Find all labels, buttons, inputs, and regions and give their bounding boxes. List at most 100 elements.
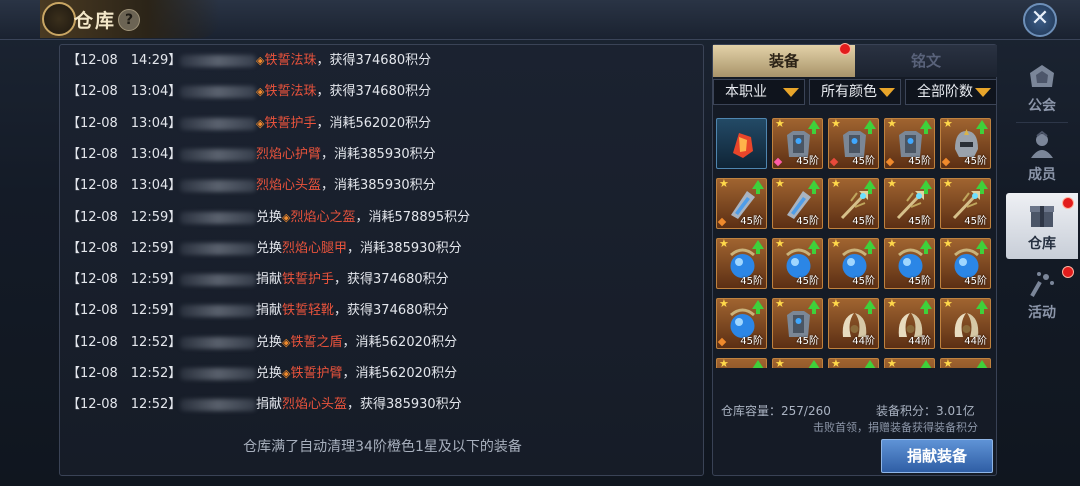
log-item-name[interactable]: 烈焰心护臂: [256, 147, 321, 162]
side-nav-item[interactable]: 仓库: [1006, 193, 1078, 259]
log-row: 【12-08 12:52】 捐献烈焰心头盔，获得385930积分: [60, 389, 700, 420]
equipment-slot[interactable]: ★ 45阶: [884, 118, 935, 169]
item-tier: 45阶: [908, 156, 931, 167]
page-title: 仓库: [74, 10, 117, 32]
log-time: 【12-08 13:04】: [67, 84, 182, 100]
tier-filter-label: 全部阶数: [917, 84, 973, 100]
item-tier: 44阶: [852, 336, 875, 347]
log-action: 兑换: [256, 240, 283, 256]
side-nav-divider: [1016, 122, 1068, 123]
class-filter-dropdown[interactable]: 本职业: [713, 79, 805, 105]
side-nav-label: 公会: [1028, 98, 1056, 114]
equipment-slot[interactable]: ★: [940, 358, 991, 368]
tab-equipment[interactable]: 装备: [713, 45, 855, 77]
log-item-name[interactable]: 铁誓法珠: [264, 84, 316, 99]
log-points: ，获得385930积分: [347, 397, 462, 413]
close-button[interactable]: ✕: [1023, 3, 1057, 37]
equipment-grid[interactable]: ★ 45阶 ★ 45阶 ★ 45阶 ★ 45阶 ★ 45阶 ★ 45阶 ★ 45阶 ★ 45阶 ★ 45阶 ★ 45阶…: [714, 116, 994, 368]
equipment-slot[interactable]: ★ 45阶: [884, 238, 935, 289]
upgrade-arrow-icon: [976, 180, 988, 194]
log-item-name[interactable]: 铁誓法珠: [264, 53, 316, 68]
tab-inscription[interactable]: 铭文: [855, 45, 997, 77]
side-nav-item[interactable]: 成员: [1006, 124, 1078, 190]
item-tier: 45阶: [740, 336, 763, 347]
upgrade-arrow-icon: [976, 360, 988, 368]
upgrade-arrow-icon: [920, 240, 932, 254]
warehouse-log-panel[interactable]: 【12-08 14:29】 ◈铁誓法珠，获得374680积分 【12-08 13:0…: [59, 44, 704, 476]
log-time: 【12-08 12:52】: [67, 397, 182, 413]
log-time: 【12-08 13:04】: [67, 146, 182, 162]
equipment-slot[interactable]: ★ 45阶: [940, 238, 991, 289]
log-item-name[interactable]: 铁誓轻靴: [282, 303, 334, 318]
upgrade-arrow-icon: [808, 300, 820, 314]
log-text: 兑换◈铁誓之盾，消耗562020积分: [256, 327, 457, 358]
log-text: 捐献铁誓轻靴，获得374680积分: [256, 295, 449, 326]
equipment-slot[interactable]: ★: [884, 358, 935, 368]
item-tier: 45阶: [740, 216, 763, 227]
star-icon: ★: [775, 178, 785, 190]
equipment-slot[interactable]: ★: [772, 358, 823, 368]
equipment-slot[interactable]: ★ 45阶: [828, 178, 879, 229]
star-icon: ★: [887, 178, 897, 190]
equipment-slot[interactable]: ★ 45阶: [716, 238, 767, 289]
equipment-slot[interactable]: ★: [716, 358, 767, 368]
equipment-slot[interactable]: ★: [828, 358, 879, 368]
upgrade-arrow-icon: [864, 180, 876, 194]
log-item-name[interactable]: 铁誓护手: [264, 116, 316, 131]
log-item-name[interactable]: 烈焰心之盔: [290, 210, 355, 225]
side-nav-item[interactable]: 活动: [1006, 262, 1078, 328]
equipment-slot[interactable]: [716, 118, 767, 169]
log-time: 【12-08 12:52】: [67, 334, 182, 350]
log-item-name[interactable]: 烈焰心腿甲: [282, 241, 347, 256]
equipment-slot[interactable]: ★ 45阶: [828, 118, 879, 169]
log-points: ，获得374680积分: [316, 84, 432, 100]
star-icon: ★: [775, 358, 785, 368]
log-item-name[interactable]: 铁誓护手: [282, 272, 334, 287]
color-filter-dropdown[interactable]: 所有颜色: [809, 79, 901, 105]
log-item-name[interactable]: 烈焰心头盔: [282, 397, 347, 412]
log-row: 【12-08 13:04】 烈焰心头盔，消耗385930积分: [60, 170, 700, 201]
upgrade-arrow-icon: [808, 360, 820, 368]
star-icon: ★: [887, 238, 897, 250]
equipment-slot[interactable]: ★ 44阶: [828, 298, 879, 349]
player-name-blurred: [180, 148, 256, 161]
upgrade-arrow-icon: [920, 180, 932, 194]
log-action: 兑换: [256, 334, 283, 350]
item-tier: 45阶: [908, 276, 931, 287]
equipment-slot[interactable]: ★ 45阶: [772, 298, 823, 349]
auto-clean-notice: 仓库满了自动清理34阶橙色1星及以下的装备: [243, 439, 522, 455]
equipment-slot[interactable]: ★ 45阶: [772, 118, 823, 169]
player-name-blurred: [180, 336, 256, 349]
help-icon[interactable]: ?: [118, 9, 140, 31]
upgrade-arrow-icon: [752, 360, 764, 368]
log-item-name[interactable]: 铁誓之盾: [290, 335, 342, 350]
side-nav-label: 活动: [1028, 305, 1056, 321]
star-icon: ★: [887, 358, 897, 368]
equipment-slot[interactable]: ★ 45阶: [716, 298, 767, 349]
equipment-slot[interactable]: ★ 45阶: [772, 238, 823, 289]
equipment-slot[interactable]: ★ 45阶: [716, 178, 767, 229]
upgrade-arrow-icon: [864, 240, 876, 254]
log-item-name[interactable]: 铁誓护臂: [290, 366, 342, 381]
log-text: 兑换烈焰心腿甲，消耗385930积分: [256, 233, 462, 264]
equipment-points: 装备积分：3.01亿: [876, 404, 975, 418]
star-icon: ★: [831, 178, 841, 190]
tier-filter-dropdown[interactable]: 全部阶数: [905, 79, 997, 105]
log-action: 捐献: [256, 397, 283, 413]
side-nav-item[interactable]: 公会: [1006, 55, 1078, 121]
equipment-slot[interactable]: ★ 45阶: [772, 178, 823, 229]
star-icon: ★: [719, 178, 729, 190]
chevron-down-icon: [975, 88, 991, 97]
equipment-slot[interactable]: ★ 45阶: [884, 178, 935, 229]
equipment-slot[interactable]: ★ 45阶: [828, 238, 879, 289]
equipment-slot[interactable]: ★ 45阶: [940, 118, 991, 169]
log-row: 【12-08 12:59】 兑换烈焰心腿甲，消耗385930积分: [60, 233, 700, 264]
activity-icon: [1026, 268, 1058, 300]
donate-equipment-button[interactable]: 捐献装备: [881, 439, 993, 473]
warehouse-panel: 装备 铭文 本职业 所有颜色 全部阶数 ★ 45阶 ★ 45阶 ★ 45阶 ★ 45阶 ★ 45阶…: [712, 43, 997, 476]
log-item-name[interactable]: 烈焰心头盔: [256, 178, 321, 193]
equipment-slot[interactable]: ★ 45阶: [940, 178, 991, 229]
equipment-slot[interactable]: ★ 44阶: [884, 298, 935, 349]
equipment-slot[interactable]: ★ 44阶: [940, 298, 991, 349]
item-tier: 45阶: [964, 216, 987, 227]
